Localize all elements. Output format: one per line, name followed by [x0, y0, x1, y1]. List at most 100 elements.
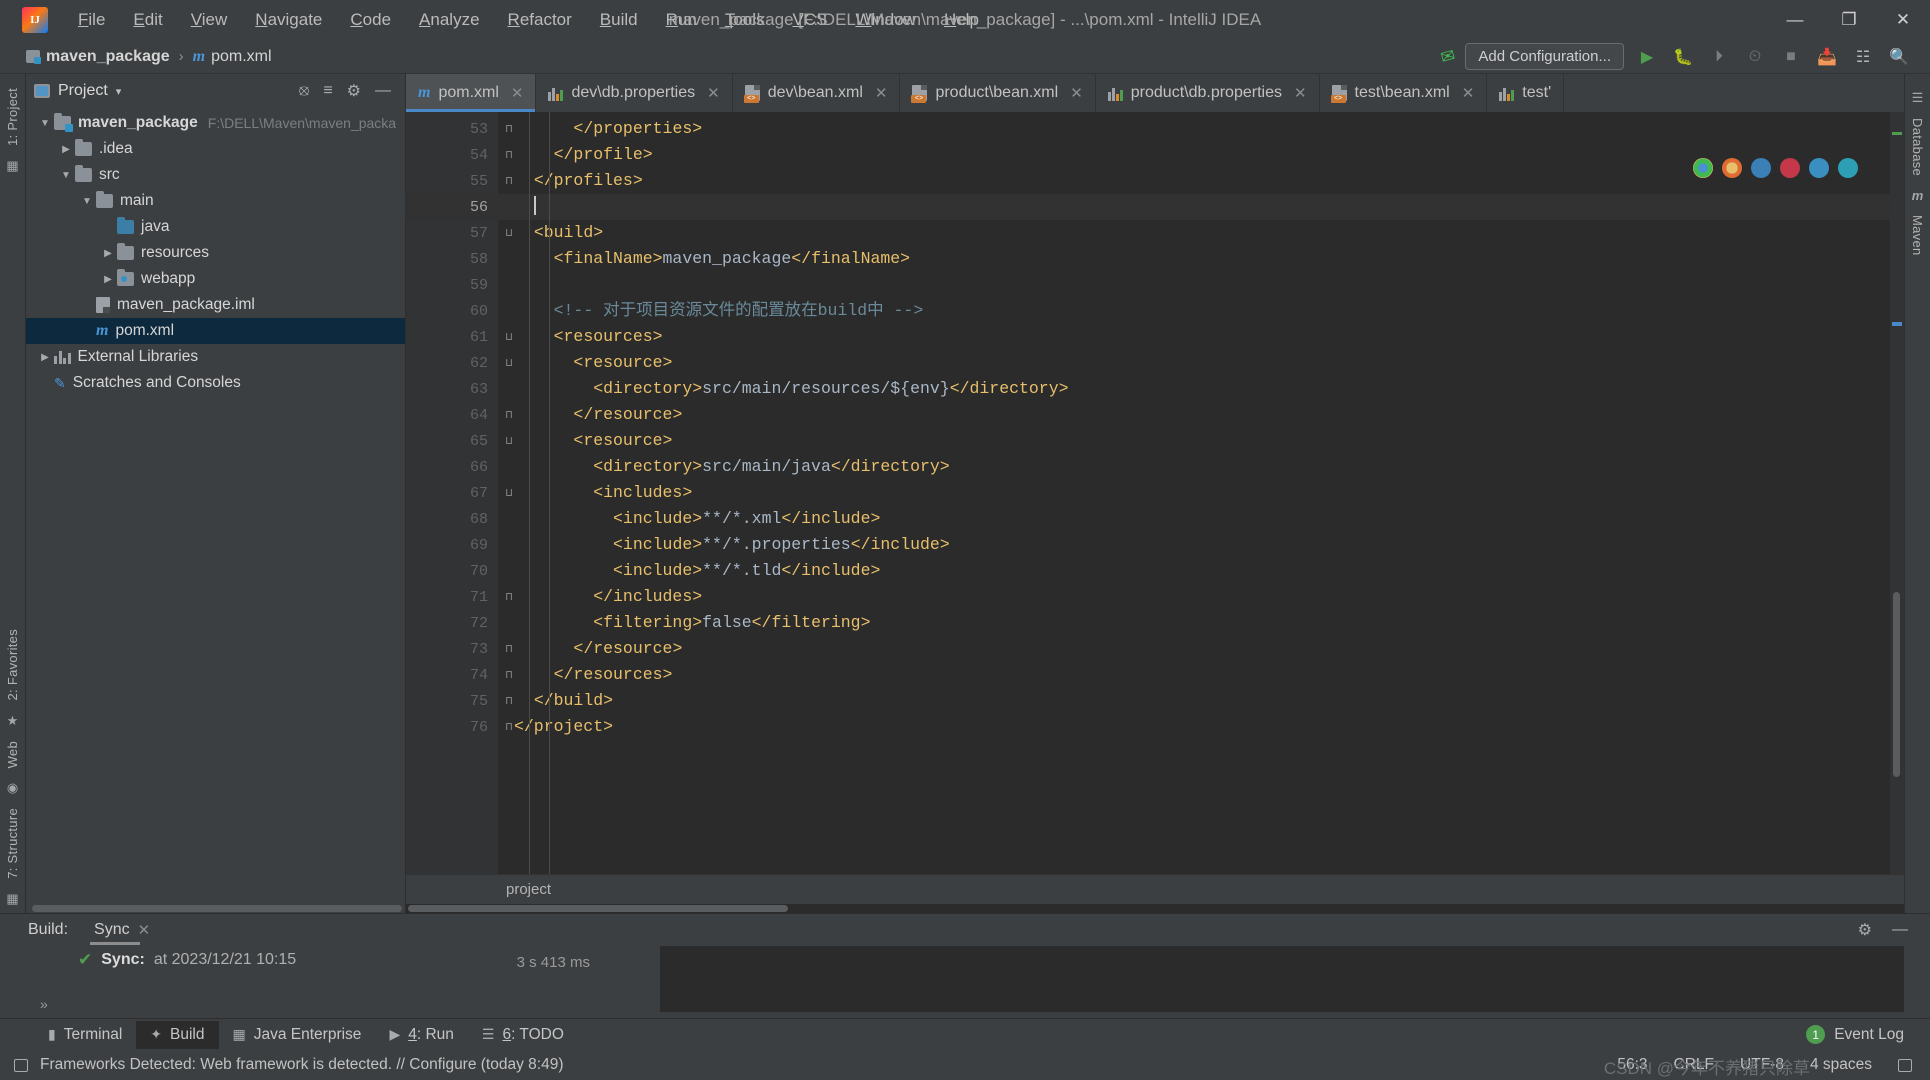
- editor-tab-pom-xml[interactable]: m pom.xml ✕: [406, 74, 537, 112]
- sidebar-item-database[interactable]: Database: [1910, 112, 1925, 182]
- gutter-line-63[interactable]: 63: [406, 376, 498, 402]
- search-icon[interactable]: 🔍: [1886, 47, 1912, 67]
- close-icon[interactable]: ✕: [138, 921, 151, 939]
- menu-item-analyze[interactable]: Analyze: [405, 6, 493, 34]
- menu-item-window[interactable]: Window: [841, 6, 929, 34]
- tree-node-scratches-and-consoles[interactable]: ▶✎Scratches and Consoles: [26, 370, 405, 396]
- menu-item-view[interactable]: View: [177, 6, 242, 34]
- sidebar-item-structure[interactable]: 7: Structure: [5, 802, 20, 885]
- close-icon[interactable]: ✕: [1462, 84, 1475, 102]
- status-message[interactable]: Frameworks Detected: Web framework is de…: [40, 1056, 564, 1074]
- tree-node-main[interactable]: ▼ main: [26, 188, 405, 214]
- gutter-line-54[interactable]: 54 ⊓: [406, 142, 512, 168]
- settings-icon[interactable]: ⚙: [347, 81, 361, 101]
- add-configuration-button[interactable]: Add Configuration...: [1465, 43, 1624, 70]
- event-log-label[interactable]: Event Log: [1834, 1026, 1904, 1044]
- debug-icon[interactable]: 🐛: [1670, 47, 1696, 67]
- maven-icon[interactable]: m: [1912, 188, 1924, 203]
- tree-expand-arrow[interactable]: ▶: [57, 144, 75, 155]
- tool-window-terminal[interactable]: ▮ Terminal: [34, 1021, 136, 1049]
- menu-item-code[interactable]: Code: [336, 6, 405, 34]
- status-lock-icon[interactable]: [1898, 1058, 1912, 1072]
- tree-node-src[interactable]: ▼ src: [26, 162, 405, 188]
- close-button[interactable]: ✕: [1876, 0, 1930, 40]
- maximize-button[interactable]: ❐: [1822, 0, 1876, 40]
- minimize-icon[interactable]: —: [1892, 921, 1908, 939]
- editor-tab-product-bean-xml[interactable]: product\bean.xml ✕: [900, 74, 1096, 112]
- coverage-icon[interactable]: ⏵: [1706, 48, 1732, 66]
- hammer-icon[interactable]: ✉: [1439, 45, 1458, 68]
- web-icon[interactable]: ◉: [7, 780, 18, 796]
- gutter-line-70[interactable]: 70: [406, 558, 498, 584]
- gutter-line-57[interactable]: 57 ⊔: [406, 220, 512, 246]
- gutter-line-58[interactable]: 58: [406, 246, 498, 272]
- tool-window-java-enterprise[interactable]: ▦ Java Enterprise: [219, 1021, 376, 1049]
- project-tree[interactable]: ▼ maven_package F:\DELL\Maven\maven_packa ▶…: [26, 108, 405, 904]
- menu-item-refactor[interactable]: Refactor: [494, 6, 586, 34]
- gutter-line-66[interactable]: 66: [406, 454, 498, 480]
- gutter-line-72[interactable]: 72: [406, 610, 498, 636]
- gear-icon[interactable]: ⚙: [1858, 920, 1872, 940]
- collapse-all-icon[interactable]: ≡: [323, 82, 332, 100]
- tree-expand-arrow[interactable]: ▶: [36, 352, 54, 363]
- menu-item-file[interactable]: File: [64, 6, 119, 34]
- tree-node-webapp[interactable]: ▶ webapp: [26, 266, 405, 292]
- close-icon[interactable]: ✕: [1294, 84, 1307, 102]
- tree-node-maven-package[interactable]: ▼ maven_package F:\DELL\Maven\maven_packa: [26, 110, 405, 136]
- tree-expand-arrow[interactable]: ▶: [99, 248, 117, 259]
- tree-expand-arrow[interactable]: ▼: [36, 118, 54, 129]
- profile-icon[interactable]: ⏲: [1742, 48, 1768, 66]
- editor-tab-dev-db-properties[interactable]: dev\db.properties ✕: [536, 74, 733, 112]
- project-horizontal-scrollbar[interactable]: [26, 904, 405, 913]
- tree-expand-arrow[interactable]: ▼: [78, 196, 96, 207]
- gutter-line-59[interactable]: 59: [406, 272, 498, 298]
- opera-icon[interactable]: [1780, 158, 1800, 178]
- editor-tab-dev-bean-xml[interactable]: dev\bean.xml ✕: [733, 74, 901, 112]
- gutter-line-71[interactable]: 71 ⊓: [406, 584, 512, 610]
- database-icon[interactable]: ☰: [1912, 90, 1924, 106]
- menu-item-tools[interactable]: Tools: [711, 6, 779, 34]
- breadcrumb-item-module[interactable]: maven_package: [26, 48, 170, 66]
- gutter-line-74[interactable]: 74 ⊓: [406, 662, 512, 688]
- tree-expand-arrow[interactable]: ▼: [57, 170, 75, 181]
- close-icon[interactable]: ✕: [707, 84, 720, 102]
- editor-tab-test-[interactable]: test': [1487, 74, 1565, 112]
- star-icon[interactable]: ★: [7, 713, 19, 729]
- safari-icon[interactable]: [1751, 158, 1771, 178]
- sidebar-item-maven[interactable]: Maven: [1910, 209, 1925, 262]
- tree-node-maven-package-iml[interactable]: ▶maven_package.iml: [26, 292, 405, 318]
- locate-icon[interactable]: ⦻: [299, 82, 310, 100]
- sidebar-item-favorites[interactable]: 2: Favorites: [5, 623, 20, 707]
- tool-window-build[interactable]: ✦ Build: [136, 1020, 219, 1049]
- sidebar-item-web[interactable]: Web: [5, 735, 20, 774]
- breadcrumb-item-file[interactable]: m pom.xml: [193, 48, 272, 66]
- menu-item-edit[interactable]: Edit: [119, 6, 176, 34]
- menu-item-help[interactable]: Help: [930, 6, 993, 34]
- gutter-line-62[interactable]: 62 ⊔: [406, 350, 512, 376]
- structure-tool-icon[interactable]: ▦: [6, 158, 18, 174]
- editor-horizontal-scrollbar[interactable]: [406, 904, 1904, 913]
- menu-item-vcs[interactable]: VCS: [779, 6, 842, 34]
- build-expand-left[interactable]: »: [40, 996, 48, 1012]
- gutter-line-55[interactable]: 55 ⊓: [406, 168, 512, 194]
- gutter-line-76[interactable]: 76 ⊓: [406, 714, 512, 740]
- sidebar-item-project[interactable]: 1: Project: [5, 82, 20, 152]
- build-sync-row[interactable]: ✔ Sync: at 2023/12/21 10:15: [0, 950, 296, 970]
- tree-node-external-libraries[interactable]: ▶ External Libraries: [26, 344, 405, 370]
- grid-icon[interactable]: ▦: [6, 891, 18, 907]
- editor-gutter[interactable]: 53 ⊓ 54 ⊓ 55 ⊓ 56 57 ⊔ 58 59 60 61 ⊔ 62 ⊔ 63 64 ⊓ 65 ⊔ 66 67 ⊔ 6…: [406, 112, 512, 874]
- editor-tab-test-bean-xml[interactable]: test\bean.xml ✕: [1320, 74, 1488, 112]
- hide-icon[interactable]: —: [375, 82, 391, 100]
- firefox-icon[interactable]: [1722, 158, 1742, 178]
- editor-tab-product-db-properties[interactable]: product\db.properties ✕: [1096, 74, 1320, 112]
- gutter-line-73[interactable]: 73 ⊓: [406, 636, 512, 662]
- tree-node--idea[interactable]: ▶ .idea: [26, 136, 405, 162]
- gutter-line-53[interactable]: 53 ⊓: [406, 116, 512, 142]
- ie-icon[interactable]: [1838, 158, 1858, 178]
- run-icon[interactable]: ▶: [1634, 47, 1660, 67]
- code-editor[interactable]: 53 ⊓ 54 ⊓ 55 ⊓ 56 57 ⊔ 58 59 60 61 ⊔ 62 ⊔ 63 64 ⊓ 65 ⊔ 66 67 ⊔ 6…: [406, 112, 1904, 874]
- gutter-line-60[interactable]: 60: [406, 298, 498, 324]
- editor-vertical-scrollbar[interactable]: [1893, 592, 1900, 777]
- gutter-line-65[interactable]: 65 ⊔: [406, 428, 512, 454]
- gutter-line-61[interactable]: 61 ⊔: [406, 324, 512, 350]
